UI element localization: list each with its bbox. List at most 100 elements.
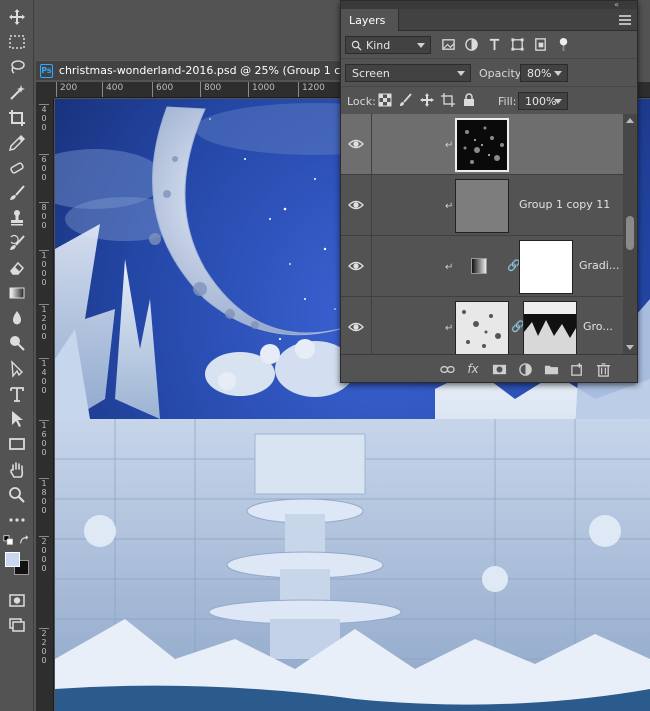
rectangle-tool-icon[interactable] (5, 433, 29, 455)
smart-object-filter-icon[interactable] (532, 36, 548, 52)
add-mask-icon[interactable] (491, 361, 507, 377)
ruler-label: 1 6 0 0 (39, 420, 49, 457)
pen-tool-icon[interactable] (5, 358, 29, 380)
layer-name: Group 1 copy 11 (519, 198, 611, 211)
ruler-label: 1000 (248, 82, 275, 97)
pixel-layer-filter-icon[interactable] (440, 36, 456, 52)
eye-visibility-icon[interactable] (348, 258, 364, 274)
ruler-label: 4 0 0 (39, 104, 49, 132)
document-tab[interactable]: Ps christmas-wonderland-2016.psd @ 25% (… (36, 60, 342, 80)
layer-style-fx-icon[interactable]: fx (465, 361, 481, 377)
blur-tool-icon[interactable] (5, 307, 29, 329)
eraser-tool-icon[interactable] (5, 257, 29, 279)
zoom-tool-icon[interactable] (5, 484, 29, 506)
layer-mask-thumbnail[interactable] (519, 240, 573, 294)
layer-mask-thumbnail[interactable] (523, 301, 577, 354)
tab-layers[interactable]: Layers (341, 9, 399, 31)
new-group-folder-icon[interactable] (543, 361, 559, 377)
delete-layer-icon[interactable] (595, 361, 611, 377)
layer-thumbnail[interactable] (455, 118, 509, 172)
type-layer-filter-icon[interactable] (486, 36, 502, 52)
more-tools-icon[interactable] (5, 509, 29, 531)
ruler-label: 6 0 0 (39, 154, 49, 182)
scroll-thumb[interactable] (626, 216, 634, 250)
panel-menu-icon[interactable] (619, 15, 631, 27)
brush-tool-icon[interactable] (5, 182, 29, 204)
fill-value: 100% (525, 94, 557, 108)
healing-brush-tool-icon[interactable] (5, 157, 29, 179)
layer-row[interactable]: ↵ Group 1 copy 11 (341, 175, 625, 236)
adjustment-layer-filter-icon[interactable] (463, 36, 479, 52)
layers-panel: « Layers Kind Screen Opacity: 80% Lock: … (340, 0, 638, 383)
filter-toggle-icon[interactable] (555, 36, 571, 52)
lock-artboard-icon[interactable] (441, 93, 455, 107)
gradient-tool-icon[interactable] (5, 282, 29, 304)
clipping-mask-icon: ↵ (445, 140, 454, 151)
layer-row[interactable]: ↵ 🔗 Gradi... (341, 236, 625, 297)
blend-mode-dropdown[interactable]: Screen (345, 64, 471, 82)
panel-title-bar[interactable]: « (341, 0, 637, 9)
lock-image-pixels-icon[interactable] (399, 93, 413, 107)
gradient-map-adjustment-icon[interactable] (471, 258, 487, 274)
layers-scrollbar[interactable] (623, 114, 637, 354)
eye-visibility-icon[interactable] (348, 197, 364, 213)
opacity-field[interactable]: 80% (520, 64, 568, 82)
dodge-tool-icon[interactable] (5, 332, 29, 354)
swap-colors-icon[interactable] (18, 534, 32, 546)
lasso-tool-icon[interactable] (5, 56, 29, 78)
ruler-label: 1 8 0 0 (39, 478, 49, 515)
photoshop-logo-icon: Ps (40, 63, 53, 78)
layer-thumbnail[interactable] (455, 179, 509, 233)
link-layers-icon[interactable] (439, 361, 455, 377)
screen-mode-icon[interactable] (5, 614, 29, 636)
layer-row[interactable]: ↵ (341, 114, 625, 175)
scroll-down-arrow[interactable] (626, 345, 634, 350)
scroll-up-arrow[interactable] (626, 118, 634, 123)
history-brush-tool-icon[interactable] (5, 232, 29, 254)
ruler-label: 2 0 0 0 (39, 536, 49, 573)
hand-tool-icon[interactable] (5, 459, 29, 481)
lock-transparent-pixels-icon[interactable] (378, 93, 392, 107)
clipping-mask-icon: ↵ (445, 323, 454, 334)
quick-mask-icon[interactable] (5, 589, 29, 611)
clone-stamp-tool-icon[interactable] (5, 207, 29, 229)
fill-label: Fill: (498, 95, 517, 108)
ruler-origin[interactable] (36, 82, 54, 98)
shape-layer-filter-icon[interactable] (509, 36, 525, 52)
crop-tool-icon[interactable] (5, 107, 29, 129)
new-layer-icon[interactable] (569, 361, 585, 377)
document-title: christmas-wonderland-2016.psd @ 25% (Gro… (58, 64, 342, 77)
layer-row[interactable]: ↵ 🔗 Gro... (341, 297, 625, 354)
panel-tab-bar: Layers (341, 9, 637, 31)
marquee-tool-icon[interactable] (5, 31, 29, 53)
path-selection-tool-icon[interactable] (5, 408, 29, 430)
lock-all-icon[interactable] (462, 93, 476, 107)
eye-visibility-icon[interactable] (348, 319, 364, 335)
lock-label: Lock: (347, 95, 376, 108)
eyedropper-tool-icon[interactable] (5, 132, 29, 154)
lock-position-icon[interactable] (420, 93, 434, 107)
filter-kind-dropdown[interactable]: Kind (345, 36, 431, 54)
opacity-label: Opacity: (479, 67, 525, 80)
tools-panel (0, 0, 34, 711)
eye-visibility-icon[interactable] (348, 136, 364, 152)
layer-name: Gro... (583, 320, 613, 333)
search-icon (351, 40, 362, 51)
filter-kind-label: Kind (366, 38, 391, 52)
default-colors-icon[interactable] (2, 534, 16, 546)
foreground-color-swatch[interactable] (5, 552, 20, 567)
ruler-label: 800 (200, 82, 221, 97)
collapse-panel-icon[interactable]: « (614, 0, 619, 9)
blend-opacity-row: Screen Opacity: 80% (341, 59, 637, 87)
ruler-label: 2 2 0 0 (39, 628, 49, 665)
layers-panel-footer: fx (341, 354, 637, 382)
ruler-label: 8 0 0 (39, 202, 49, 230)
type-tool-icon[interactable] (5, 383, 29, 405)
layer-thumbnail[interactable] (455, 301, 509, 354)
move-tool-icon[interactable] (5, 6, 29, 28)
fill-field[interactable]: 100% (518, 92, 568, 110)
magic-wand-tool-icon[interactable] (5, 82, 29, 104)
layer-name: Gradi... (579, 259, 620, 272)
new-adjustment-layer-icon[interactable] (517, 361, 533, 377)
vertical-ruler[interactable]: 4 0 0 6 0 0 8 0 0 1 0 0 0 1 2 0 0 1 4 0 … (36, 98, 54, 711)
